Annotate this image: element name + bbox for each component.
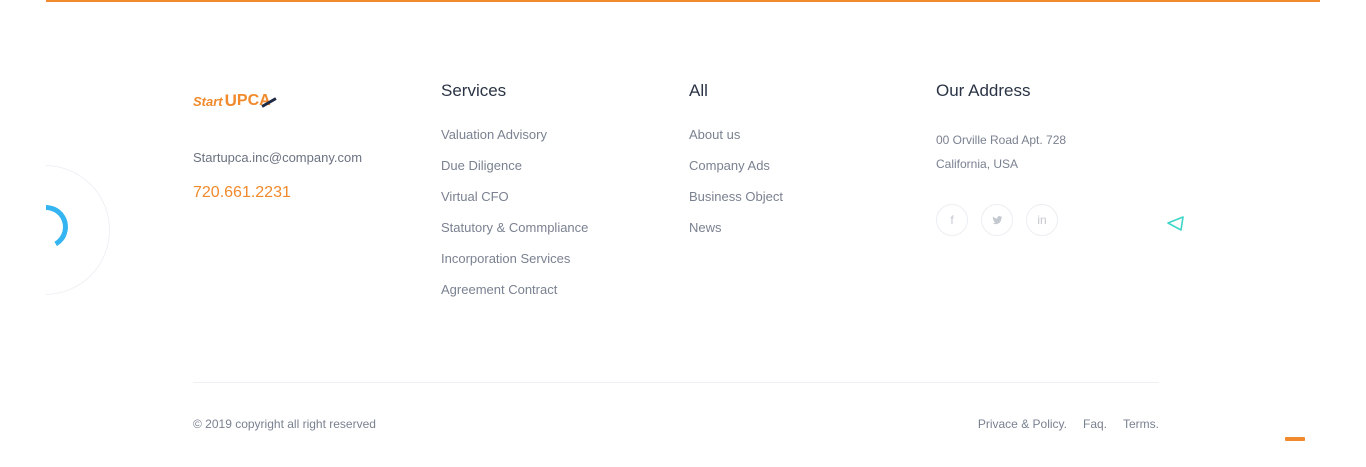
legal-links: Privace & Policy. Faq. Terms. (978, 417, 1159, 431)
all-link[interactable]: Company Ads (689, 158, 783, 189)
decorative-triangle-icon (1167, 216, 1184, 231)
services-link[interactable]: Valuation Advisory (441, 127, 588, 158)
brand-column: Start U PCA Startupca.inc@company.com 72… (193, 80, 362, 202)
all-column: All About us Company Ads Business Object… (689, 80, 783, 251)
contact-email[interactable]: Startupca.inc@company.com (193, 150, 362, 165)
address-block: 00 Orville Road Apt. 728 California, USA (936, 128, 1066, 176)
address-column: Our Address 00 Orville Road Apt. 728 Cal… (936, 80, 1066, 236)
linkedin-icon[interactable]: in (1026, 204, 1058, 236)
twitter-icon[interactable] (981, 204, 1013, 236)
privacy-policy-link[interactable]: Privace & Policy. (978, 417, 1067, 431)
all-heading: All (689, 81, 708, 100)
all-link[interactable]: Business Object (689, 189, 783, 220)
faq-link[interactable]: Faq. (1083, 417, 1107, 431)
copyright-text: © 2019 copyright all right reserved (193, 417, 376, 431)
social-links: f in (936, 204, 1066, 236)
address-line-2: California, USA (936, 157, 1019, 171)
services-column: Services Valuation Advisory Due Diligenc… (441, 80, 588, 313)
all-link[interactable]: About us (689, 127, 783, 158)
services-link[interactable]: Incorporation Services (441, 251, 588, 282)
contact-phone[interactable]: 720.661.2231 (193, 184, 362, 202)
services-link[interactable]: Agreement Contract (441, 282, 588, 313)
all-link[interactable]: News (689, 220, 783, 251)
logo-text-pca: PCA (236, 92, 271, 109)
address-line-1: 00 Orville Road Apt. 728 (936, 133, 1067, 147)
all-list: About us Company Ads Business Object New… (689, 127, 783, 251)
facebook-icon[interactable]: f (936, 204, 968, 236)
top-divider (46, 0, 1320, 2)
address-heading: Our Address (936, 81, 1031, 100)
terms-link[interactable]: Terms. (1123, 417, 1159, 431)
logo-text-start: Start (193, 93, 223, 109)
services-link[interactable]: Statutory & Commpliance (441, 220, 588, 251)
decor-mask (0, 160, 46, 310)
scroll-to-top-button[interactable] (1285, 437, 1305, 441)
startupca-logo[interactable]: Start U PCA (193, 90, 362, 112)
services-link[interactable]: Due Diligence (441, 158, 588, 189)
services-heading: Services (441, 81, 507, 100)
footer-divider (193, 382, 1159, 383)
logo-text-u: U (224, 91, 237, 110)
services-list: Valuation Advisory Due Diligence Virtual… (441, 127, 588, 313)
services-link[interactable]: Virtual CFO (441, 189, 588, 220)
